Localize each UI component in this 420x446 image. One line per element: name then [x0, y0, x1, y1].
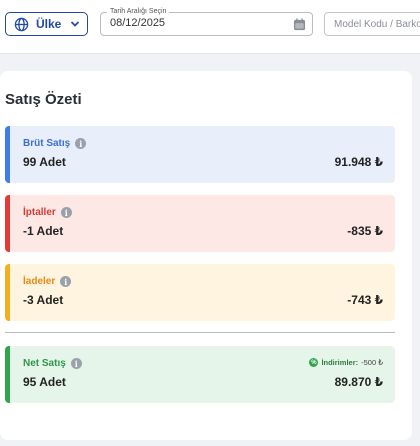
country-dropdown-button[interactable]: Ülke: [5, 12, 88, 36]
cancellations-amount: -835 ₺: [347, 224, 383, 238]
returns-count: -3 Adet: [23, 293, 64, 307]
gross-sales-count: 99 Adet: [23, 155, 66, 169]
country-label: Ülke: [36, 17, 62, 31]
cancellations-accent-bar: [5, 195, 10, 252]
net-sales-count: 95 Adet: [23, 375, 66, 389]
date-range-legend: Tarih Aralığı Seçin: [107, 7, 170, 17]
calendar-icon[interactable]: [293, 18, 306, 31]
returns-label: İadeler: [23, 276, 56, 287]
info-icon[interactable]: i: [60, 207, 72, 218]
discount-badge-icon: %: [309, 358, 319, 367]
cancellations-label: İptaller: [23, 207, 56, 218]
gross-sales-label: Brüt Satış: [23, 138, 71, 149]
info-icon[interactable]: i: [70, 358, 82, 369]
gross-sales-panel: Brüt Satış i 99 Adet 91.948 ₺: [5, 126, 395, 183]
returns-amount: -743 ₺: [347, 293, 383, 307]
returns-accent-bar: [5, 264, 10, 321]
chevron-down-icon: [70, 19, 80, 29]
globe-icon: [14, 17, 29, 32]
discount-summary: % İndirimler: -500 ₺: [309, 358, 383, 367]
returns-panel: İadeler i -3 Adet -743 ₺: [5, 264, 395, 321]
gross-sales-amount: 91.948 ₺: [334, 155, 383, 169]
cancellations-count: -1 Adet: [23, 224, 64, 238]
net-sales-panel: Net Satış i % İndirimler: -500 ₺ 95 Adet…: [5, 346, 395, 403]
info-icon[interactable]: i: [60, 276, 72, 287]
model-barcode-search-field[interactable]: [324, 12, 420, 36]
cancellations-panel: İptaller i -1 Adet -835 ₺: [5, 195, 395, 252]
gross-sales-accent-bar: [5, 126, 10, 183]
top-toolbar: Ülke Tarih Aralığı Seçin 08/12/2025: [0, 0, 420, 54]
page-title: Satış Özeti: [5, 91, 82, 108]
model-barcode-input[interactable]: [325, 13, 420, 35]
divider: [5, 332, 395, 333]
discount-label: İndirimler:: [321, 358, 359, 367]
info-icon[interactable]: i: [75, 138, 87, 149]
date-range-value: 08/12/2025: [110, 17, 166, 29]
discount-value: -500 ₺: [361, 358, 383, 367]
net-sales-label: Net Satış: [23, 358, 66, 369]
net-sales-accent-bar: [5, 346, 10, 403]
date-range-field[interactable]: Tarih Aralığı Seçin 08/12/2025: [100, 7, 313, 36]
net-sales-amount: 89.870 ₺: [334, 375, 383, 389]
